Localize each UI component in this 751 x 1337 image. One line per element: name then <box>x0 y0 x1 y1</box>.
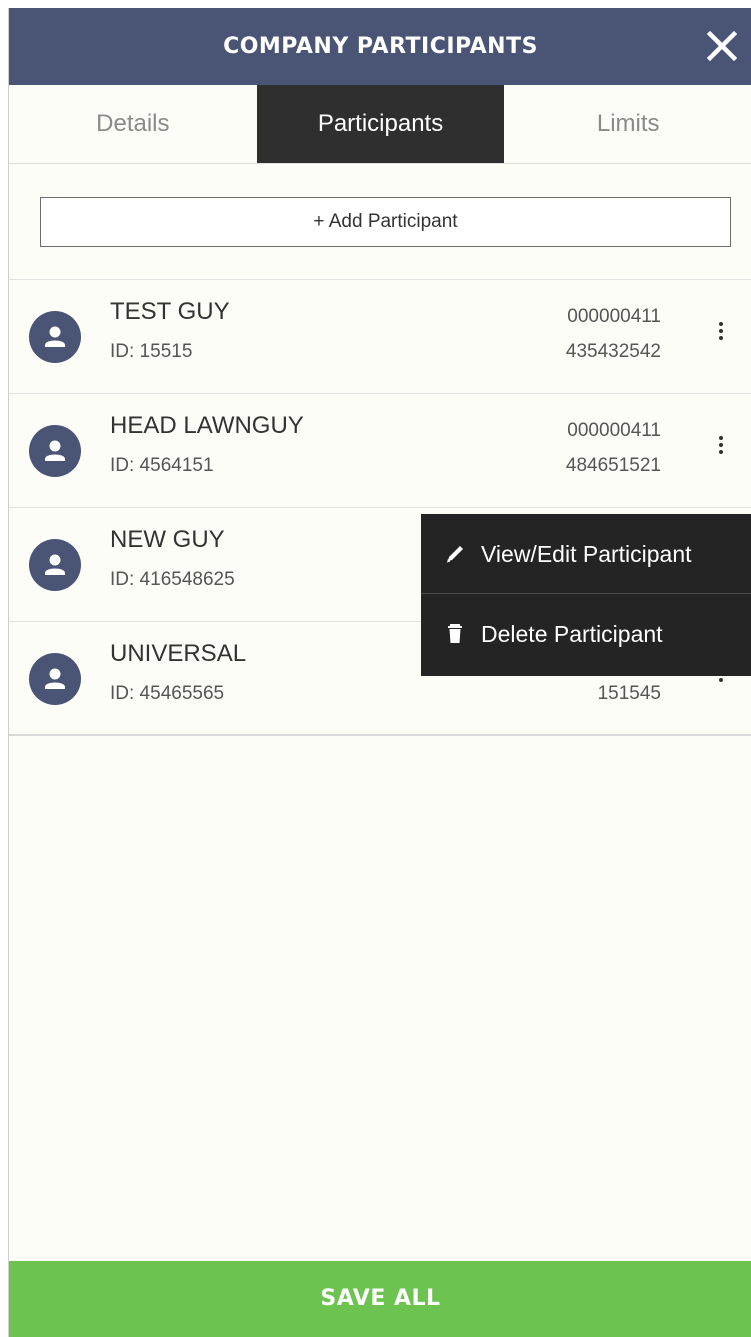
view-edit-participant-label: View/Edit Participant <box>481 541 692 567</box>
avatar <box>29 653 81 705</box>
close-icon <box>706 30 738 62</box>
save-all-button[interactable]: SAVE ALL <box>9 1261 751 1337</box>
participant-name: TEST GUY <box>110 298 230 325</box>
participant-id: ID: 4564151 <box>110 455 214 476</box>
panel-title: COMPANY PARTICIPANTS <box>223 34 538 59</box>
pencil-icon <box>445 542 467 566</box>
participant-number-1: 000000411 <box>567 420 661 441</box>
participant-number-2: 435432542 <box>565 341 661 362</box>
participant-id: ID: 15515 <box>110 341 193 362</box>
participant-name: UNIVERSAL <box>110 640 247 667</box>
add-participant-button[interactable]: + Add Participant <box>40 197 731 247</box>
more-options-icon[interactable] <box>716 436 726 464</box>
participant-name: HEAD LAWNGUY <box>110 412 304 439</box>
person-icon <box>45 668 65 689</box>
trash-icon <box>445 622 467 646</box>
participants-panel: COMPANY PARTICIPANTS Details Participant… <box>8 8 751 1337</box>
tab-participants[interactable]: Participants <box>256 85 505 163</box>
participant-number-2: 151545 <box>597 683 661 704</box>
participant-context-menu: View/Edit Participant Delete Participant <box>421 514 751 676</box>
delete-participant-label: Delete Participant <box>481 621 663 647</box>
avatar <box>29 311 81 363</box>
participant-name: NEW GUY <box>110 526 225 553</box>
delete-participant-menu-item[interactable]: Delete Participant <box>421 594 751 674</box>
participant-row[interactable]: TEST GUY ID: 15515 000000411 435432542 <box>9 280 751 394</box>
person-icon <box>45 554 65 575</box>
participant-id: ID: 416548625 <box>110 569 235 590</box>
tab-limits[interactable]: Limits <box>504 85 751 163</box>
participant-number-2: 484651521 <box>565 455 661 476</box>
person-icon <box>45 326 65 347</box>
panel-header: COMPANY PARTICIPANTS <box>9 8 751 85</box>
participant-row[interactable]: HEAD LAWNGUY ID: 4564151 000000411 48465… <box>9 394 751 508</box>
more-options-icon[interactable] <box>716 322 726 350</box>
avatar <box>29 539 81 591</box>
person-icon <box>45 440 65 461</box>
avatar <box>29 425 81 477</box>
close-button[interactable] <box>702 26 742 66</box>
add-participant-area: + Add Participant <box>9 164 751 280</box>
tab-bar: Details Participants Limits <box>9 85 751 164</box>
participant-id: ID: 45465565 <box>110 683 225 704</box>
tab-details[interactable]: Details <box>9 85 257 163</box>
view-edit-participant-menu-item[interactable]: View/Edit Participant <box>421 514 751 594</box>
participant-number-1: 000000411 <box>567 306 661 327</box>
